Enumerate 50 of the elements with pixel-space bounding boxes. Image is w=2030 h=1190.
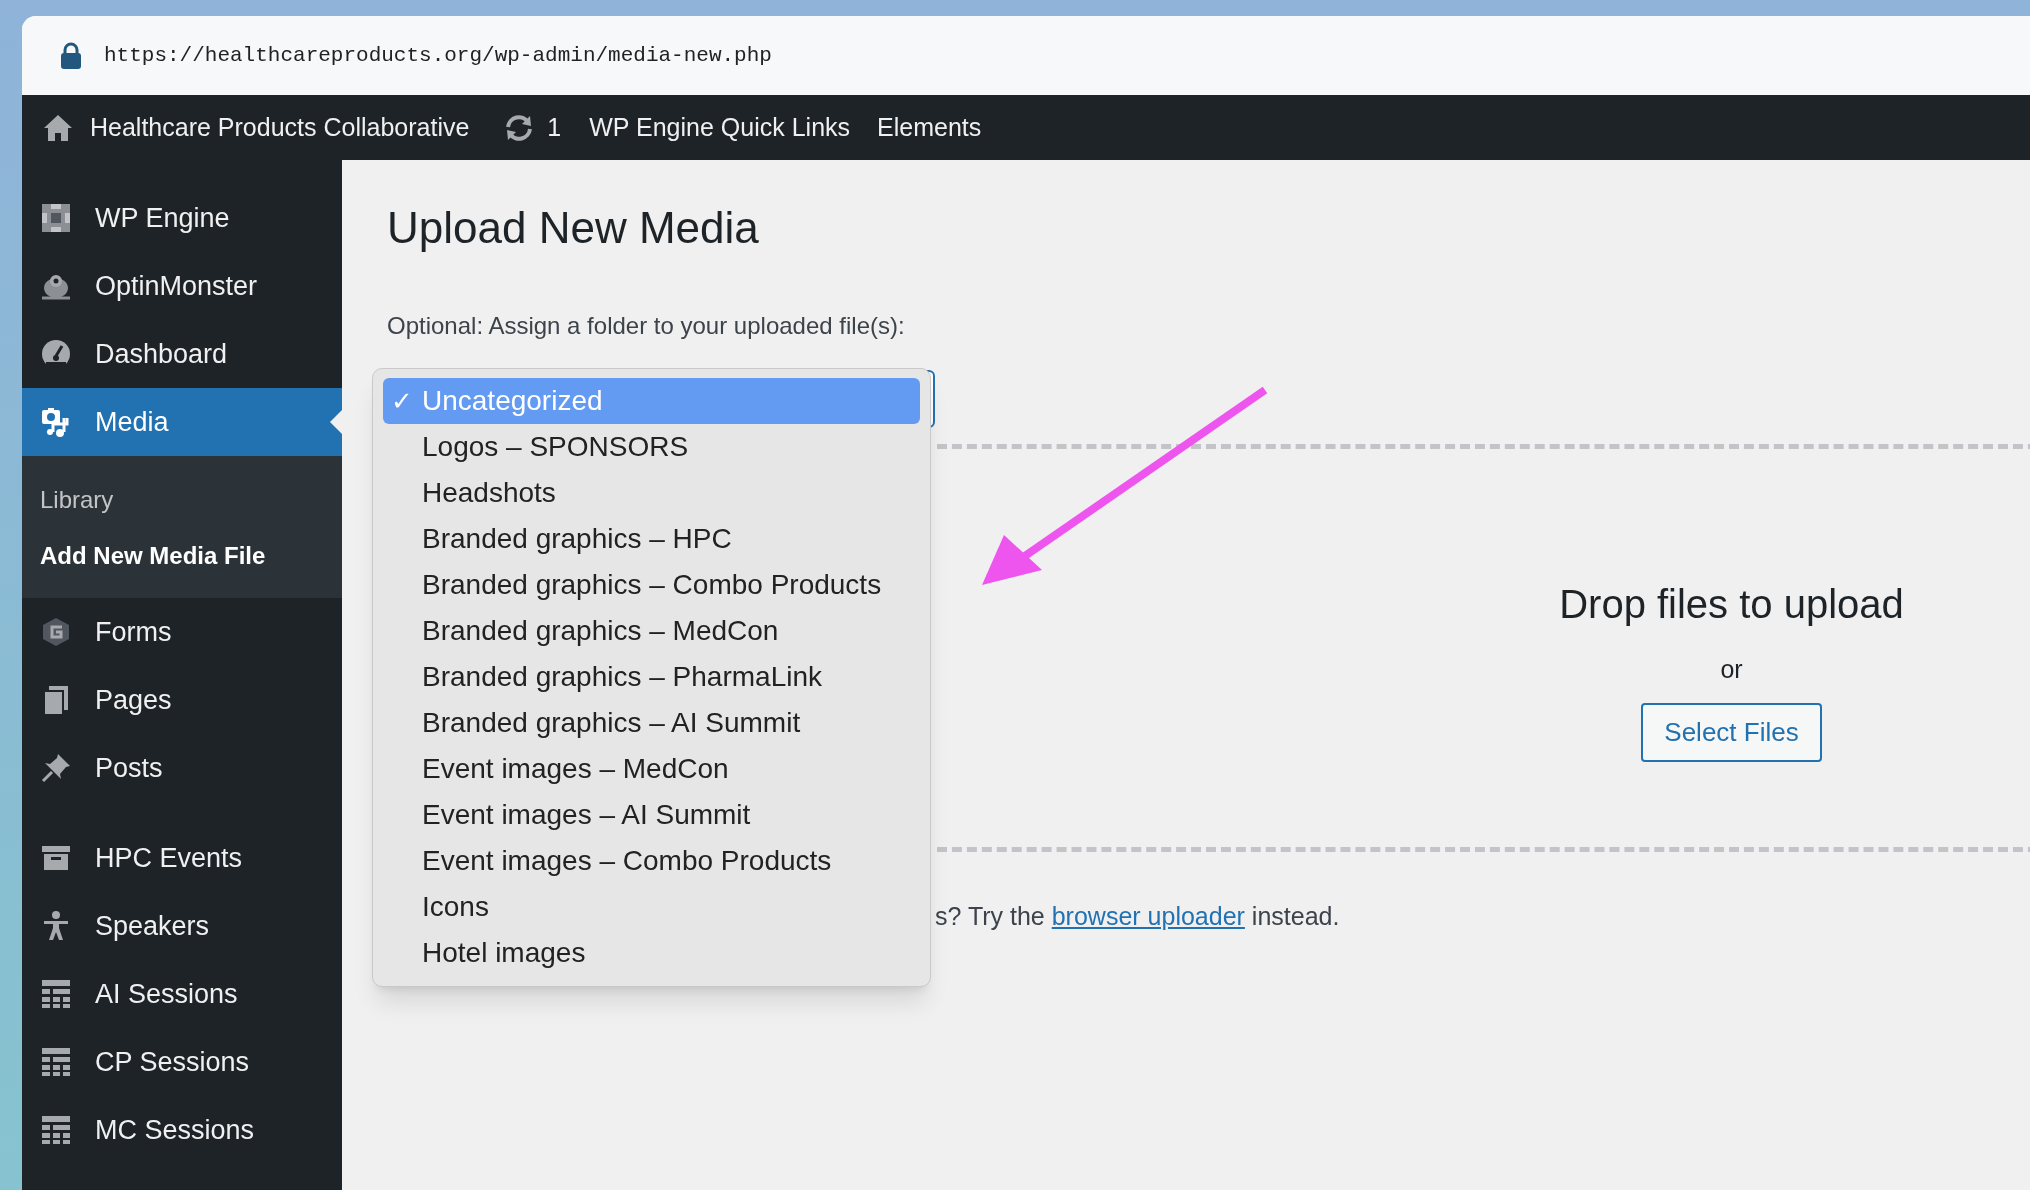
dropdown-option[interactable]: Headshots (383, 470, 920, 516)
sidebar-item[interactable]: CP Sessions (22, 1028, 342, 1096)
submenu-item[interactable]: Library (22, 472, 342, 528)
browser-uploader-link[interactable]: browser uploader (1051, 902, 1245, 930)
admin-bar-link[interactable]: WP Engine Quick Links (589, 108, 851, 147)
media-icon (40, 406, 72, 438)
sidebar-item[interactable]: Posts (22, 734, 342, 802)
sidebar-item[interactable]: OptinMonster (22, 252, 342, 320)
table-icon (40, 1046, 72, 1078)
sidebar-item[interactable]: MC Sessions (22, 1096, 342, 1164)
sidebar-item[interactable]: Dashboard (22, 320, 342, 388)
pointer-icon (330, 410, 342, 434)
dropdown-option[interactable]: Branded graphics – AI Summit (383, 700, 920, 746)
site-name-link[interactable]: Healthcare Products Collaborative (90, 108, 470, 147)
help-text: s? Try the browser uploader instead. (935, 901, 1341, 932)
dropdown-option[interactable]: Hotel images (383, 930, 920, 976)
table-icon (40, 1114, 72, 1146)
admin-bar-link[interactable]: Elements (877, 108, 982, 147)
dropdown-option[interactable]: Branded graphics – MedCon (383, 608, 920, 654)
dropdown-option[interactable]: Event images – AI Summit (383, 792, 920, 838)
sidebar-item[interactable]: WP Engine (22, 184, 342, 252)
grid-icon (40, 202, 72, 234)
sidebar-item[interactable]: Forms (22, 598, 342, 666)
url-text[interactable]: https://healthcareproducts.org/wp-admin/media-new.php (104, 39, 772, 72)
drop-files-text: Drop files to upload (1559, 581, 1904, 628)
lock-icon (60, 41, 82, 70)
dropdown-option[interactable]: Branded graphics – HPC (383, 516, 920, 562)
drop-zone[interactable]: Drop files to upload or Select Files (937, 444, 2030, 852)
sidebar-item[interactable]: Media (22, 388, 342, 456)
dropdown-option[interactable]: Event images – MedCon (383, 746, 920, 792)
dropdown-option[interactable]: Branded graphics – Combo Products (383, 562, 920, 608)
update-count[interactable]: 1 (547, 108, 562, 147)
pin-icon (40, 752, 72, 784)
select-files-button[interactable]: Select Files (1641, 702, 1822, 762)
page-title: Upload New Media (387, 202, 760, 254)
gauge-icon (40, 338, 72, 370)
sidebar-item[interactable]: HPC Events (22, 824, 342, 892)
table-icon (40, 978, 72, 1010)
dropdown-option[interactable]: Icons (383, 884, 920, 930)
folder-prompt: Optional: Assign a folder to your uploaded file(s): (387, 311, 906, 341)
dropdown-option[interactable]: Event images – Combo Products (383, 838, 920, 884)
sidebar-item[interactable]: AI Sessions (22, 960, 342, 1028)
submenu-item[interactable]: Add New Media File (22, 528, 342, 584)
sidebar-item[interactable]: Speakers (22, 892, 342, 960)
home-icon[interactable] (42, 112, 74, 143)
hexagon-icon (40, 616, 72, 648)
sidebar-item[interactable]: Pages (22, 666, 342, 734)
dropdown-option[interactable]: Branded graphics – PharmaLink (383, 654, 920, 700)
or-text: or (1720, 654, 1743, 685)
dropdown-option[interactable]: Logos – SPONSORS (383, 424, 920, 470)
